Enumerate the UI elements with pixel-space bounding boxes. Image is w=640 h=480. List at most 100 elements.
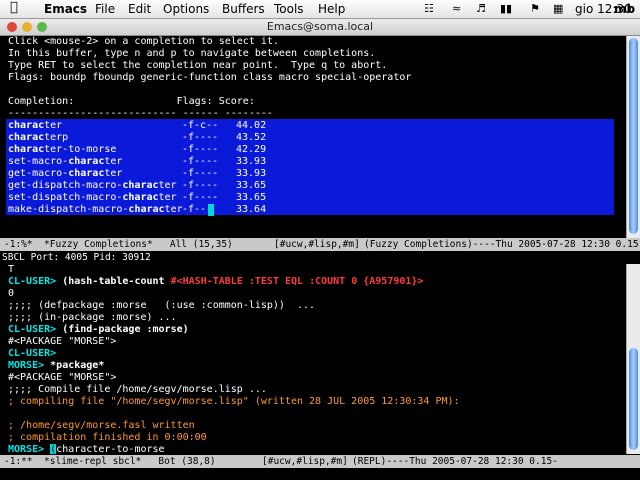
- completion-flags: -f----: [182, 168, 219, 179]
- repl-output: ;;;; Compile file /home/segv/morse.lisp …: [8, 384, 267, 395]
- completion-suffix: ter: [44, 120, 63, 131]
- completion-flags: -f-c--: [182, 120, 219, 131]
- menu-buffers[interactable]: Buffers: [222, 2, 265, 16]
- menu-tools[interactable]: Tools: [274, 2, 304, 16]
- completion-score: 33.65: [236, 180, 267, 191]
- compile-note: ; /home/segv/morse.fasl written: [8, 420, 195, 431]
- completion-score: 33.65: [236, 192, 267, 203]
- apple-menu-icon[interactable]: : [10, 0, 18, 15]
- fuzzy-scrollbar-thumb[interactable]: [629, 38, 638, 234]
- completion-suffix: ter: [104, 156, 123, 167]
- modeline-major-mode: (REPL)----Thu 2005-07-28 12:30 0.15-: [352, 456, 558, 467]
- completion-symbol[interactable]: set-macro-character: [8, 156, 122, 168]
- repl-output: #<PACKAGE "MORSE">: [8, 372, 117, 383]
- menu-file[interactable]: File: [95, 2, 115, 16]
- completion-score: 44.02: [236, 120, 267, 131]
- modeline-buffer-info: -1:%* *Fuzzy Completions* All (15,35): [4, 239, 233, 250]
- modeline-major-mode: (Fuzzy Completions)----Thu 2005-07-28 12…: [364, 239, 640, 250]
- repl-input-line[interactable]: MORSE> (character-to-morse: [8, 444, 165, 454]
- completion-symbol[interactable]: get-dispatch-macro-character: [8, 180, 177, 192]
- input-menu-icon[interactable]: ▦: [553, 2, 563, 15]
- completion-flags: -f----: [182, 156, 219, 167]
- flag-icon[interactable]: ⚑: [530, 2, 540, 15]
- repl-input: (hash-table-count: [62, 276, 165, 287]
- repl-result: #<HASH-TABLE :TEST EQL :COUNT 0 {A957901…: [170, 276, 424, 287]
- completion-match: charac: [68, 156, 105, 167]
- compile-note: ; compiling file "/home/segv/morse.lisp"…: [8, 396, 460, 407]
- completion-match: charac: [122, 192, 159, 203]
- modeline-minor-modes: [#ucw,#lisp,#m]: [274, 239, 360, 250]
- completion-suffix: ter: [164, 204, 183, 215]
- window-titlebar[interactable]: Emacs@soma.local: [0, 19, 640, 36]
- completion-flags: -f----: [182, 180, 219, 191]
- instruction-line: In this buffer, type n and p to navigate…: [8, 48, 376, 59]
- completion-symbol[interactable]: character: [8, 120, 62, 132]
- completion-suffix: ter-to-morse: [44, 144, 117, 155]
- menu-options[interactable]: Options: [163, 2, 209, 16]
- menu-help[interactable]: Help: [318, 2, 345, 16]
- repl-prompt: CL-USER>: [8, 324, 57, 335]
- repl-current-input[interactable]: character-to-morse: [56, 444, 164, 454]
- app-menu[interactable]: Emacs: [44, 2, 87, 16]
- window-title: Emacs@soma.local: [266, 20, 374, 33]
- repl-prompt: MORSE>: [8, 444, 45, 454]
- menu-edit[interactable]: Edit: [128, 2, 151, 16]
- completion-flags: -f----: [182, 144, 219, 155]
- menubar:  Emacs File Edit Options Buffers Tools …: [0, 0, 640, 19]
- completion-symbol[interactable]: get-macro-character: [8, 168, 122, 180]
- repl-line: CL-USER>: [8, 348, 56, 360]
- modeline-repl[interactable]: -1:** *slime-repl sbcl* Bot (38,8) [#ucw…: [0, 455, 640, 468]
- completion-score: 33.64: [236, 204, 267, 215]
- completion-prefix: get-macro-: [8, 168, 69, 179]
- volume-icon[interactable]: ♬: [476, 2, 486, 15]
- completion-suffix: ter: [104, 168, 123, 179]
- completion-score: 43.52: [236, 132, 267, 143]
- slime-repl-buffer[interactable]: T CL-USER> (hash-table-count #<HASH-TABL…: [0, 264, 626, 454]
- repl-output: T: [8, 264, 15, 275]
- repl-output: 0: [8, 288, 15, 299]
- fuzzy-scrollbar[interactable]: [626, 36, 640, 238]
- completion-match: charac: [8, 144, 45, 155]
- instruction-line: Type RET to select the completion near p…: [8, 60, 388, 71]
- modeline-fuzzy[interactable]: -1:%* *Fuzzy Completions* All (15,35) [#…: [0, 238, 640, 251]
- completion-symbol[interactable]: character-to-morse: [8, 144, 116, 156]
- completion-prefix: set-macro-: [8, 156, 69, 167]
- completion-suffix: ter: [158, 180, 177, 191]
- script-menu-icon[interactable]: ☷: [424, 2, 434, 15]
- completion-symbol[interactable]: set-dispatch-macro-character: [8, 192, 177, 204]
- repl-line: MORSE> *package*: [8, 360, 104, 372]
- completion-score: 42.29: [236, 144, 267, 155]
- repl-prompt: CL-USER>: [8, 276, 57, 287]
- completion-symbol[interactable]: make-dispatch-macro-character: [8, 204, 183, 216]
- completion-prefix: set-dispatch-macro-: [8, 192, 123, 203]
- modeline-buffer-info: -1:** *slime-repl sbcl* Bot (38,8): [4, 456, 216, 467]
- instruction-line: Click <mouse-2> on a completion to selec…: [8, 36, 279, 47]
- repl-prompt: CL-USER>: [8, 348, 57, 359]
- user-menu[interactable]: mb: [614, 2, 635, 16]
- completion-flags: -f----: [182, 192, 219, 203]
- completion-symbol[interactable]: characterp: [8, 132, 68, 144]
- battery-icon[interactable]: ▮▮: [500, 2, 512, 15]
- completion-suffix: ter: [158, 192, 177, 203]
- repl-scrollbar[interactable]: [626, 264, 640, 454]
- completion-match: charac: [122, 180, 159, 191]
- repl-scrollbar-thumb[interactable]: [629, 348, 638, 450]
- completion-prefix: make-dispatch-macro-: [8, 204, 129, 215]
- repl-line: CL-USER> (find-package :morse): [8, 324, 189, 336]
- completion-match: charac: [68, 168, 105, 179]
- repl-output: ;;;; (in-package :morse) ...: [8, 312, 177, 323]
- completion-score: 33.93: [236, 156, 267, 167]
- repl-input: (find-package :morse): [62, 324, 189, 335]
- slime-connection-info: SBCL Port: 4005 Pid: 30912: [0, 252, 640, 264]
- repl-output: #<PACKAGE "MORSE">: [8, 336, 117, 347]
- completion-match: charac: [8, 132, 45, 143]
- completion-prefix: get-dispatch-macro-: [8, 180, 123, 191]
- completion-suffix: terp: [44, 132, 69, 143]
- point-cursor: [208, 204, 214, 216]
- wifi-icon[interactable]: ≈: [452, 2, 461, 15]
- completion-header: Completion: Flags: Score:: [8, 96, 255, 107]
- fuzzy-completions-buffer[interactable]: Click <mouse-2> on a completion to selec…: [0, 36, 626, 238]
- repl-prompt: MORSE>: [8, 360, 45, 371]
- completion-flags: -f----: [182, 132, 219, 143]
- repl-line: CL-USER> (hash-table-count #<HASH-TABLE …: [8, 276, 423, 288]
